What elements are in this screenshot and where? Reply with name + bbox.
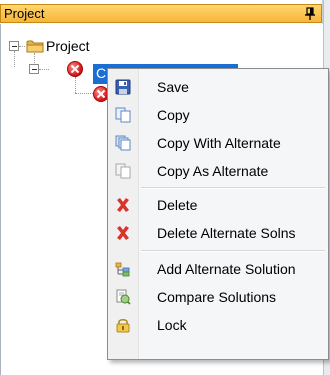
copy-as-alternate-icon: [115, 163, 131, 179]
save-icon: [115, 79, 131, 95]
menu-item-label: Save: [157, 79, 189, 95]
menu-item-add-alternate-solution[interactable]: Add Alternate Solution: [109, 255, 327, 283]
error-icon: [67, 61, 83, 77]
selected-node-label: C: [96, 65, 107, 81]
delete-alternate-icon: [117, 226, 129, 240]
menu-item-copy-with-alternate[interactable]: Copy With Alternate: [109, 129, 327, 157]
tree-connector: [19, 46, 25, 47]
delete-icon: [117, 198, 129, 212]
menu-item-save[interactable]: Save: [109, 73, 327, 101]
menu-item-label: Delete Alternate Solns: [157, 225, 296, 241]
child-expander[interactable]: [29, 64, 39, 74]
root-node-label[interactable]: Project: [46, 38, 90, 54]
folder-icon: [26, 40, 44, 53]
tree-connector: [75, 93, 93, 94]
tree-connector: [39, 69, 49, 70]
menu-item-label: Add Alternate Solution: [157, 261, 296, 277]
tree-connector: [75, 77, 76, 93]
menu-item-copy-as-alternate[interactable]: Copy As Alternate: [109, 157, 327, 185]
menu-item-label: Delete: [157, 197, 198, 213]
menu-item-label: Copy With Alternate: [157, 135, 281, 151]
lock-icon: [116, 318, 130, 333]
copy-with-alternate-icon: [115, 135, 131, 151]
page: Project Project C Save Copy Copy With Al…: [0, 0, 330, 375]
context-menu: Save Copy Copy With Alternate Copy As Al…: [107, 68, 329, 360]
panel-title-bar[interactable]: Project: [0, 4, 322, 23]
menu-item-label: Copy As Alternate: [157, 163, 269, 179]
menu-item-delete-alternate-solns[interactable]: Delete Alternate Solns: [109, 219, 327, 247]
panel-title: Project: [4, 6, 45, 21]
pin-icon[interactable]: [305, 7, 315, 21]
menu-separator: [141, 250, 325, 252]
menu-item-compare-solutions[interactable]: Compare Solutions: [109, 283, 327, 311]
menu-item-label: Compare Solutions: [157, 289, 277, 305]
menu-item-delete[interactable]: Delete: [109, 191, 327, 219]
menu-separator: [141, 187, 325, 189]
copy-icon: [115, 107, 131, 123]
tree-connector: [14, 51, 15, 67]
add-alternate-icon: [115, 262, 130, 277]
menu-item-label: Lock: [157, 317, 187, 333]
menu-item-lock[interactable]: Lock: [109, 311, 327, 339]
menu-item-label: Copy: [157, 107, 190, 123]
compare-icon: [116, 289, 131, 305]
root-expander[interactable]: [9, 41, 19, 51]
menu-item-copy[interactable]: Copy: [109, 101, 327, 129]
